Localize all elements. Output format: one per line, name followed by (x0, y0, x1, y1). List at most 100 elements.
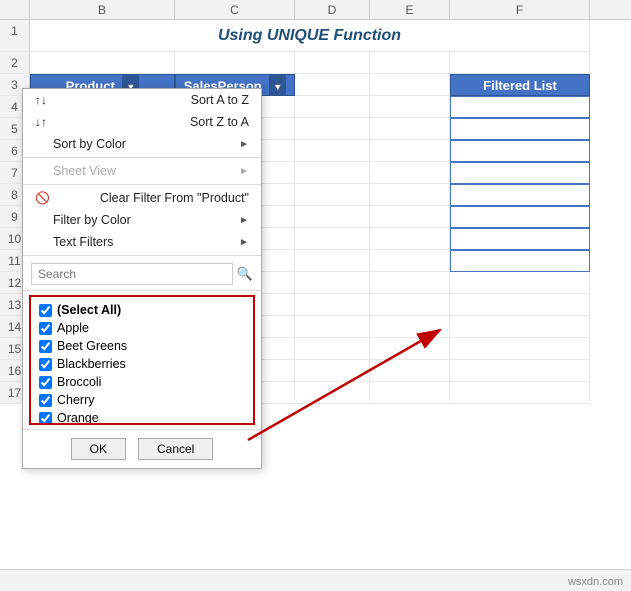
sheet-view-arrow: ► (239, 166, 249, 177)
sort-a-z-item[interactable]: ↑↓ Sort A to Z (23, 89, 261, 111)
search-input[interactable] (31, 263, 233, 285)
cell-f6 (450, 140, 590, 162)
checkbox-cherry[interactable] (39, 394, 52, 407)
corner-cell (0, 0, 30, 19)
cell-d4 (295, 96, 370, 118)
cell-d2 (295, 52, 370, 74)
cell-d7 (295, 162, 370, 184)
cell-d6 (295, 140, 370, 162)
checkbox-select-all[interactable] (39, 304, 52, 317)
ok-button[interactable]: OK (71, 438, 126, 460)
col-header-row: B C D E F (0, 0, 631, 20)
sort-za-label: Sort Z to A (190, 115, 249, 129)
cherry-label: Cherry (57, 393, 95, 407)
divider-2 (23, 184, 261, 185)
row-2: 2 (0, 52, 631, 74)
cell-e3 (370, 74, 450, 96)
cell-e6 (370, 140, 450, 162)
clear-filter-item[interactable]: 🚫 Clear Filter From "Product" (23, 187, 261, 209)
cell-e4 (370, 96, 450, 118)
filter-buttons: OK Cancel (23, 429, 261, 468)
filter-checkbox-broccoli[interactable]: Broccoli (39, 373, 245, 391)
cell-e11 (370, 250, 450, 272)
cell-d10 (295, 228, 370, 250)
checkbox-orange[interactable] (39, 412, 52, 425)
cell-f10 (450, 228, 590, 250)
text-filters-item[interactable]: Text Filters ► (23, 231, 261, 253)
sort-by-color-item[interactable]: Sort by Color ► (23, 133, 261, 155)
checkbox-apple[interactable] (39, 322, 52, 335)
cell-e9 (370, 206, 450, 228)
blackberries-label: Blackberries (57, 357, 126, 371)
cell-f8 (450, 184, 590, 206)
filter-by-color-label: Filter by Color (53, 213, 239, 227)
filter-by-color-item[interactable]: Filter by Color ► (23, 209, 261, 231)
salesperson-dropdown-arrow[interactable]: ▼ (269, 75, 286, 96)
title-cell: Using UNIQUE Function (30, 20, 590, 52)
sort-za-icon: ↓↑ (35, 115, 47, 129)
filtered-list-label: Filtered List (483, 78, 557, 93)
cell-d9 (295, 206, 370, 228)
sort-az-icon: ↑↓ (35, 93, 47, 107)
cell-e8 (370, 184, 450, 206)
watermark: wsxdn.com (568, 576, 623, 588)
cell-f4 (450, 96, 590, 118)
apple-label: Apple (57, 321, 89, 335)
cell-e7 (370, 162, 450, 184)
cell-e10 (370, 228, 450, 250)
filter-checkbox-select-all[interactable]: (Select All) (39, 301, 245, 319)
clear-filter-icon: 🚫 (35, 191, 50, 205)
col-header-b: B (30, 0, 175, 19)
select-all-label: (Select All) (57, 303, 121, 317)
cell-d3 (295, 74, 370, 96)
cell-f12 (450, 272, 590, 294)
filter-checkbox-apple[interactable]: Apple (39, 319, 245, 337)
filtered-list-header: Filtered List (450, 74, 590, 96)
col-header-f: F (450, 0, 590, 19)
sheet-view-label: Sheet View (53, 164, 239, 178)
text-filters-label: Text Filters (53, 235, 239, 249)
search-row: 🔍 (23, 258, 261, 291)
filter-checkbox-cherry[interactable]: Cherry (39, 391, 245, 409)
text-filters-arrow: ► (239, 237, 249, 248)
rownum-1: 1 (0, 20, 30, 52)
cell-f9 (450, 206, 590, 228)
sort-by-color-arrow: ► (239, 139, 249, 150)
search-icon: 🔍 (237, 266, 253, 282)
rownum-2: 2 (0, 52, 30, 74)
filter-checkbox-beet-greens[interactable]: Beet Greens (39, 337, 245, 355)
spreadsheet: B C D E F 1 Using UNIQUE Function 2 3 Pr… (0, 0, 631, 591)
checkbox-blackberries[interactable] (39, 358, 52, 371)
cell-e12 (370, 272, 450, 294)
sort-by-color-label: Sort by Color (53, 137, 239, 151)
col-header-c: C (175, 0, 295, 19)
checkbox-broccoli[interactable] (39, 376, 52, 389)
cell-d5 (295, 118, 370, 140)
cell-f2 (450, 52, 590, 74)
bottom-bar: wsxdn.com (0, 569, 631, 591)
orange-label: Orange (57, 411, 99, 425)
filter-by-color-arrow: ► (239, 215, 249, 226)
cell-b2 (30, 52, 175, 74)
cell-d8 (295, 184, 370, 206)
col-header-e: E (370, 0, 450, 19)
sheet-view-item[interactable]: Sheet View ► (23, 160, 261, 182)
cell-f7 (450, 162, 590, 184)
filter-checkbox-orange[interactable]: Orange (39, 409, 245, 425)
filter-panel: ↑↓ Sort A to Z ↓↑ Sort Z to A Sort by Co… (22, 88, 262, 469)
row-1: 1 Using UNIQUE Function (0, 20, 631, 52)
cell-f11 (450, 250, 590, 272)
filter-checkbox-list: (Select All) Apple Beet Greens Blackberr… (29, 295, 255, 425)
beet-greens-label: Beet Greens (57, 339, 127, 353)
divider-1 (23, 157, 261, 158)
sort-z-a-item[interactable]: ↓↑ Sort Z to A (23, 111, 261, 133)
checkbox-beet-greens[interactable] (39, 340, 52, 353)
filter-checkbox-blackberries[interactable]: Blackberries (39, 355, 245, 373)
cancel-button[interactable]: Cancel (138, 438, 213, 460)
cell-e2 (370, 52, 450, 74)
sort-az-label: Sort A to Z (191, 93, 249, 107)
cell-d11 (295, 250, 370, 272)
col-header-d: D (295, 0, 370, 19)
broccoli-label: Broccoli (57, 375, 101, 389)
divider-3 (23, 255, 261, 256)
